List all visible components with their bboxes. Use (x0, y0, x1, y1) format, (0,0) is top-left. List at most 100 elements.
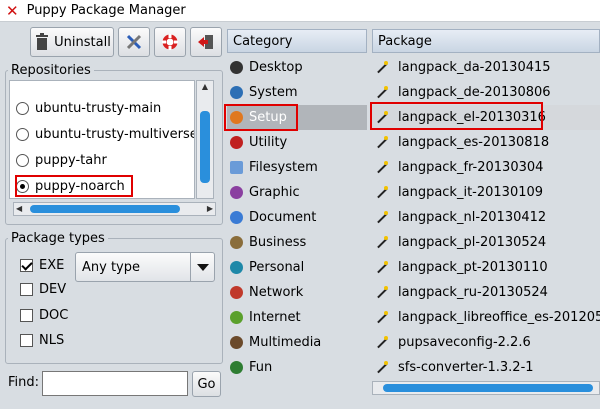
category-item-internet[interactable]: Internet (227, 305, 367, 330)
category-column-header[interactable]: Category (227, 29, 367, 53)
package-item[interactable]: langpack_es-20130818 (372, 130, 600, 155)
package-item[interactable]: pupsaveconfig-2.2.6 (372, 330, 600, 355)
checkbox-checked[interactable] (20, 259, 33, 272)
lifebuoy-icon (161, 33, 179, 51)
checkbox[interactable] (20, 309, 33, 322)
graphic-icon (230, 186, 243, 199)
package-horizontal-scrollbar[interactable] (372, 381, 600, 395)
category-item-multimedia[interactable]: Multimedia (227, 330, 367, 355)
category-item-business[interactable]: Business (227, 230, 367, 255)
package-item[interactable]: langpack_pt-20130110 (372, 255, 600, 280)
category-item-system[interactable]: System (227, 80, 367, 105)
toolbar: Uninstall (30, 27, 222, 57)
help-button[interactable] (154, 27, 186, 57)
package-type-dropdown[interactable]: Any type (75, 252, 215, 282)
category-item-network[interactable]: Network (227, 280, 367, 305)
category-item-utility[interactable]: Utility (227, 130, 367, 155)
repo-vertical-scrollbar[interactable]: ▲ (196, 80, 214, 199)
package-types-legend: Package types (11, 231, 105, 246)
category-label: Document (249, 210, 317, 225)
category-item-fun[interactable]: Fun (227, 355, 367, 380)
package-label: langpack_ru-20130524 (398, 285, 548, 300)
package-label: langpack_es-20130818 (398, 135, 550, 150)
internet-icon (230, 311, 243, 324)
scroll-right-icon[interactable]: ▶ (207, 203, 213, 215)
category-item-personal[interactable]: Personal (227, 255, 367, 280)
package-item[interactable]: langpack_ru-20130524 (372, 280, 600, 305)
category-item-filesystem[interactable]: Filesystem (227, 155, 367, 180)
package-label: langpack_pt-20130110 (398, 260, 548, 275)
type-nls-checkbox[interactable]: NLS (20, 333, 64, 348)
package-label: langpack_da-20130415 (398, 60, 551, 75)
highlight-box-category (224, 104, 298, 131)
radio-button[interactable] (16, 101, 29, 115)
category-label: Fun (249, 360, 273, 375)
magic-wand-icon (375, 360, 389, 375)
type-dev-checkbox[interactable]: DEV (20, 282, 66, 297)
magic-wand-icon (375, 160, 389, 175)
package-header-label: Package (378, 33, 432, 49)
find-input[interactable] (42, 371, 188, 396)
package-item[interactable]: langpack_libreoffice_es-2012052 (372, 305, 600, 330)
quit-button[interactable] (190, 27, 222, 57)
magic-wand-icon (375, 310, 389, 325)
type-doc-checkbox[interactable]: DOC (20, 308, 68, 323)
tools-icon (125, 33, 143, 51)
category-header-label: Category (233, 33, 293, 49)
repo-label: ubuntu-trusty-multiverse (35, 126, 195, 142)
document-icon (230, 211, 243, 224)
type-label: DEV (39, 282, 67, 297)
category-label: Graphic (249, 185, 300, 200)
go-label: Go (197, 376, 216, 392)
package-label: langpack_it-20130109 (398, 185, 544, 200)
checkbox[interactable] (20, 283, 33, 296)
package-item[interactable]: langpack_nl-20130412 (372, 205, 600, 230)
category-item-desktop[interactable]: Desktop (227, 55, 367, 80)
package-item[interactable]: langpack_pl-20130524 (372, 230, 600, 255)
magic-wand-icon (375, 135, 389, 150)
system-icon (230, 86, 243, 99)
package-label: langpack_de-20130806 (398, 85, 551, 100)
scroll-thumb[interactable] (30, 205, 180, 213)
package-label: pupsaveconfig-2.2.6 (398, 335, 531, 350)
highlight-box-package (370, 102, 543, 130)
scroll-thumb[interactable] (383, 384, 593, 392)
repo-item-ubuntu-trusty-multiverse[interactable]: ubuntu-trusty-multiverse (10, 121, 194, 147)
desktop-icon (230, 61, 243, 74)
radio-button[interactable] (16, 127, 29, 141)
utility-icon (230, 136, 243, 149)
magic-wand-icon (375, 260, 389, 275)
scroll-thumb[interactable] (200, 111, 210, 183)
radio-button[interactable] (16, 153, 29, 167)
category-label: Multimedia (249, 335, 322, 350)
go-button[interactable]: Go (192, 371, 221, 397)
business-icon (230, 236, 243, 249)
package-item[interactable]: sfs-converter-1.3.2-1 (372, 355, 600, 380)
fun-icon (230, 361, 243, 374)
scroll-left-icon[interactable]: ◀ (16, 203, 22, 215)
magic-wand-icon (375, 85, 389, 100)
category-item-document[interactable]: Document (227, 205, 367, 230)
trash-icon (33, 33, 51, 51)
repo-label: puppy-tahr (35, 152, 107, 168)
category-item-graphic[interactable]: Graphic (227, 180, 367, 205)
package-item[interactable]: langpack_da-20130415 (372, 55, 600, 80)
repo-horizontal-scrollbar[interactable]: ◀ ▶ (13, 202, 216, 216)
repo-item-ubuntu-trusty-main[interactable]: ubuntu-trusty-main (10, 95, 194, 121)
uninstall-button[interactable]: Uninstall (30, 27, 114, 57)
exit-icon (197, 33, 215, 51)
type-exe-checkbox[interactable]: EXE (20, 258, 64, 273)
package-label: langpack_fr-20130304 (398, 160, 544, 175)
type-label: NLS (39, 333, 65, 348)
repositories-legend: Repositories (11, 63, 91, 78)
package-column-header[interactable]: Package (372, 29, 600, 53)
magic-wand-icon (375, 235, 389, 250)
settings-button[interactable] (118, 27, 150, 57)
scroll-up-icon[interactable]: ▲ (197, 81, 213, 93)
checkbox[interactable] (20, 334, 33, 347)
package-item[interactable]: langpack_fr-20130304 (372, 155, 600, 180)
repo-item-puppy-tahr[interactable]: puppy-tahr (10, 147, 194, 173)
highlight-box-repo (15, 175, 133, 197)
dropdown-toggle[interactable] (190, 253, 214, 281)
package-item[interactable]: langpack_it-20130109 (372, 180, 600, 205)
